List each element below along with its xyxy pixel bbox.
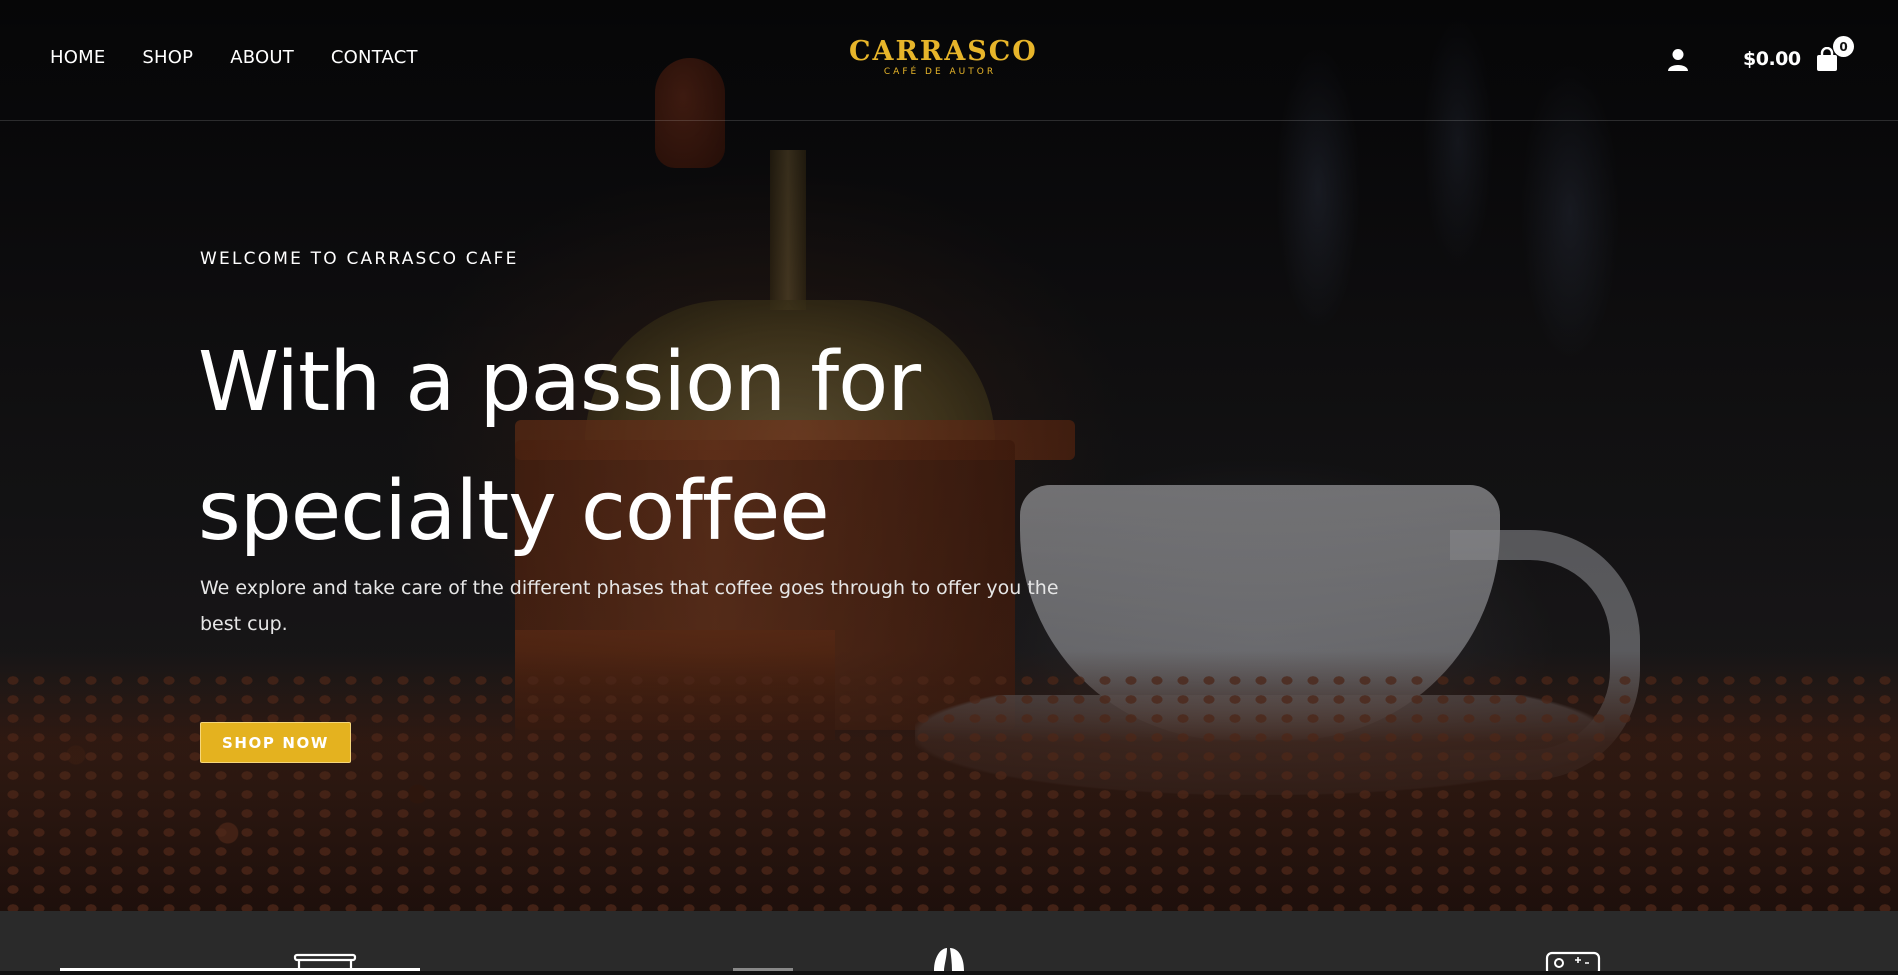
- logo-wordmark: CARRASCO: [849, 36, 1038, 67]
- hero-headline-line-2: specialty coffee: [198, 464, 830, 559]
- hero-description: We explore and take care of the differen…: [200, 577, 1059, 635]
- shop-now-button[interactable]: SHOP NOW: [200, 722, 351, 763]
- hero-headline: With a passion for specialty coffee: [198, 318, 1098, 576]
- hero-headline-line-1: With a passion for: [198, 335, 921, 430]
- coffee-bean-icon: [930, 947, 968, 971]
- coffee-maker-icon: [293, 953, 357, 971]
- nav-about-link[interactable]: ABOUT: [230, 47, 294, 68]
- user-icon[interactable]: [1667, 48, 1689, 72]
- hero-eyebrow: WELCOME TO CARRASCO CAFE: [200, 249, 519, 269]
- site-header: HOME SHOP ABOUT CONTACT CARRASCO CAFÉ DE…: [0, 0, 1898, 121]
- main-nav: HOME SHOP ABOUT CONTACT: [50, 47, 455, 68]
- coffee-machine-icon: [1545, 951, 1601, 975]
- cart-total[interactable]: $0.00: [1743, 48, 1801, 70]
- site-logo[interactable]: CARRASCO CAFÉ DE AUTOR: [849, 36, 1038, 77]
- nav-contact-link[interactable]: CONTACT: [331, 47, 418, 68]
- logo-tagline: CAFÉ DE AUTOR: [883, 67, 997, 77]
- nav-shop-link[interactable]: SHOP: [142, 47, 193, 68]
- cart-count-badge: 0: [1833, 36, 1854, 57]
- nav-home-link[interactable]: HOME: [50, 47, 105, 68]
